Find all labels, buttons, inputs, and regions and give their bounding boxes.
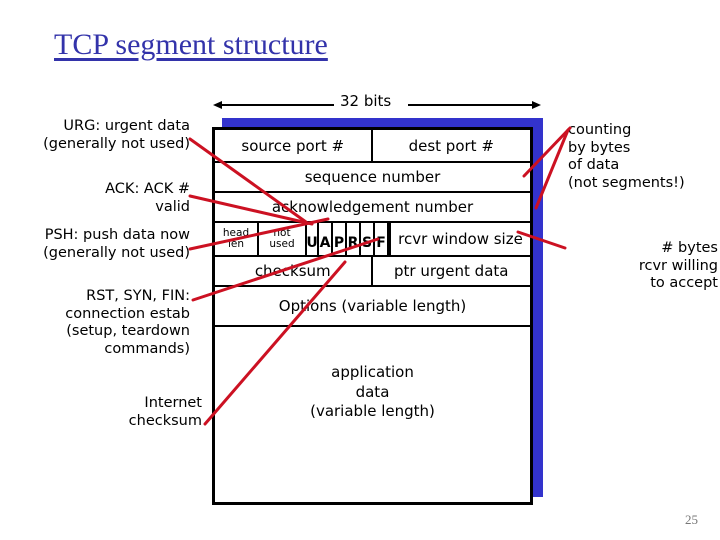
cell-application-data: application data (variable length) xyxy=(310,363,435,420)
table-row-options: Options (variable length) xyxy=(215,287,530,327)
callout-counting: counting by bytes of data (not segments!… xyxy=(568,122,685,192)
flag-bit-psh: P xyxy=(333,223,347,255)
table-row-ports: source port # dest port # xyxy=(215,130,530,163)
flag-bit-rst: R xyxy=(347,223,361,255)
callout-rcvr-window: # bytes rcvr willing to accept xyxy=(638,240,718,292)
flag-bits-group: U A P R S F xyxy=(305,223,389,255)
flag-bit-urg: U xyxy=(305,223,319,255)
cell-rcvr-window-size: rcvr window size xyxy=(389,223,530,255)
page-number: 25 xyxy=(685,512,698,527)
cell-head-len: head len xyxy=(215,223,259,255)
cell-source-port: source port # xyxy=(215,130,373,161)
cell-sequence-number: sequence number xyxy=(304,168,441,186)
page-title: TCP segment structure xyxy=(54,28,328,61)
cell-not-used: not used xyxy=(269,226,295,250)
table-row-flags: head len not used U A P R S F rcvr windo… xyxy=(215,223,530,257)
slide-canvas: TCP segment structure 32 bits URG: urgen… xyxy=(0,0,720,540)
cell-acknowledgement-number: acknowledgement number xyxy=(271,198,474,216)
flag-bit-ack: A xyxy=(319,223,333,255)
callout-rst-syn-fin: RST, SYN, FIN: connection estab (setup, … xyxy=(65,288,190,358)
table-row-checksum: checksum ptr urgent data xyxy=(215,257,530,287)
callout-ack: ACK: ACK # valid xyxy=(105,181,190,215)
table-row-application-data: application data (variable length) xyxy=(215,327,530,502)
table-row-acknowledgement: acknowledgement number xyxy=(215,193,530,223)
callout-internet-checksum: Internet checksum xyxy=(128,395,202,429)
callout-urg: URG: urgent data (generally not used) xyxy=(43,118,190,152)
flag-bit-fin: F xyxy=(375,223,389,255)
cell-dest-port: dest port # xyxy=(408,136,494,155)
cell-ptr-urgent-data: ptr urgent data xyxy=(394,262,509,280)
tcp-segment-table: source port # dest port # sequence numbe… xyxy=(212,127,533,505)
table-row-sequence: sequence number xyxy=(215,163,530,193)
callout-psh: PSH: push data now (generally not used) xyxy=(43,227,190,261)
flag-bit-syn: S xyxy=(361,223,375,255)
width-label: 32 bits xyxy=(340,92,392,110)
cell-options: Options (variable length) xyxy=(278,297,467,315)
cell-checksum: checksum xyxy=(215,257,373,285)
